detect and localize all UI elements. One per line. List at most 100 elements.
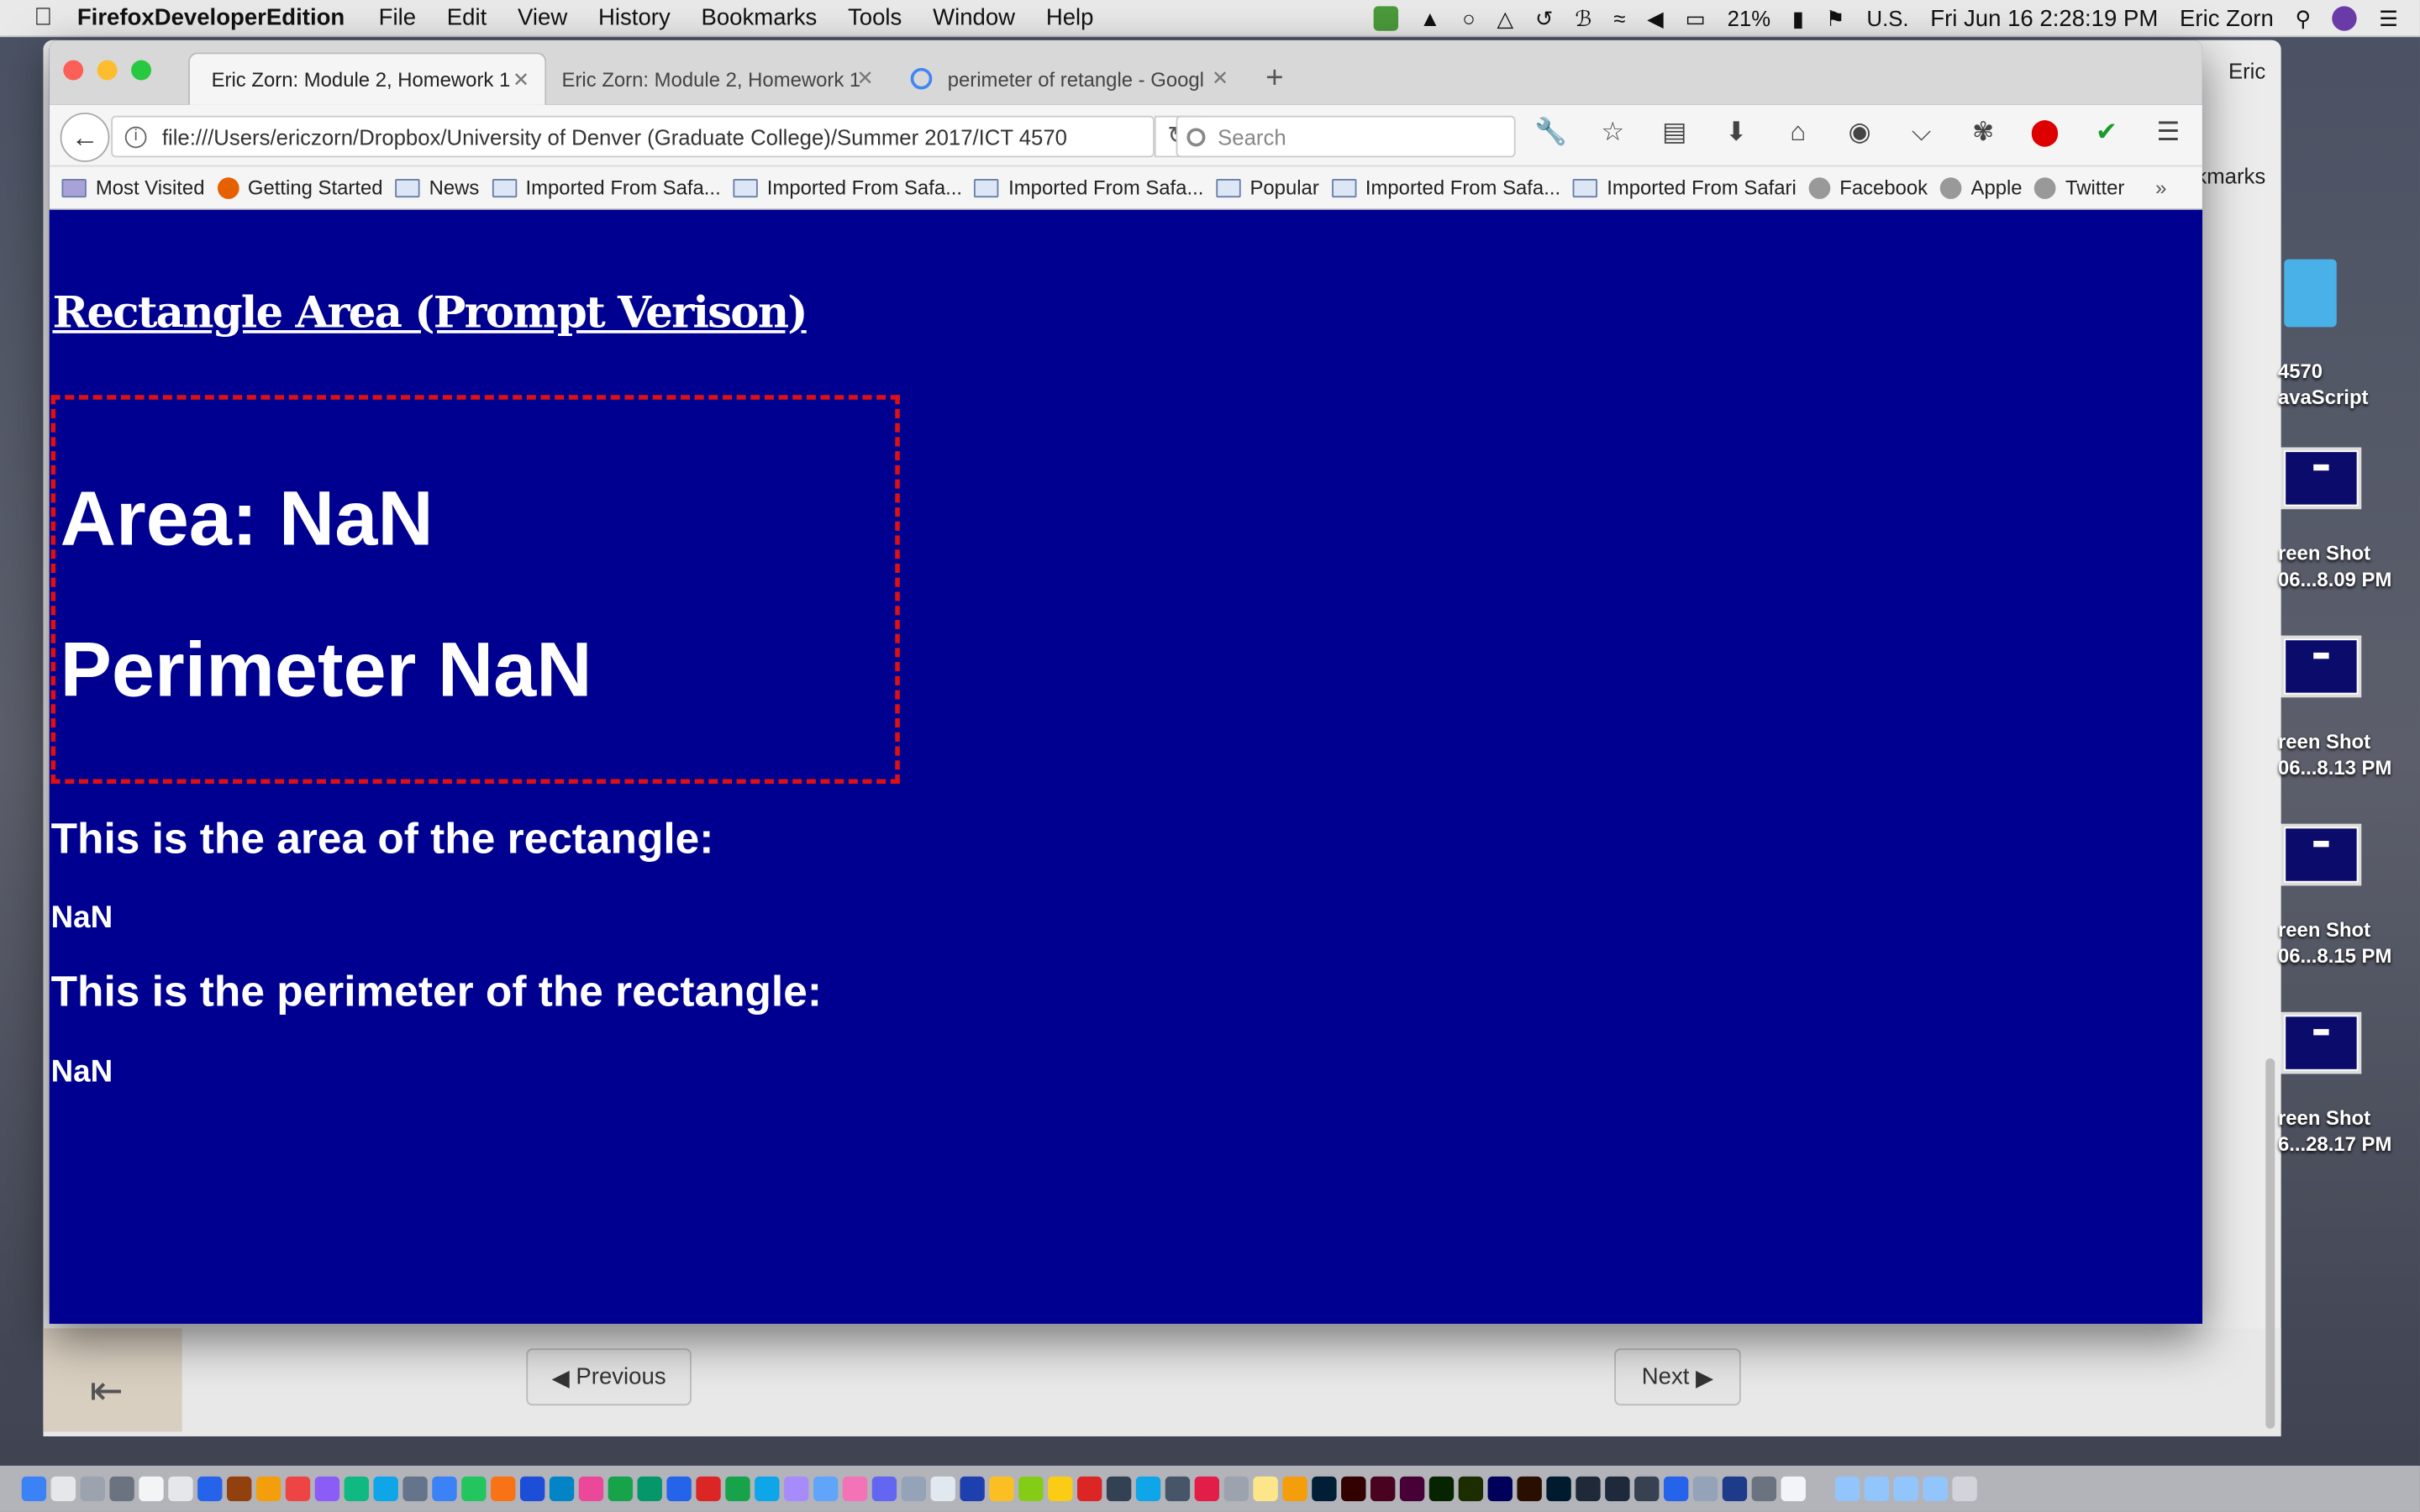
minimize-window-button[interactable] bbox=[97, 60, 118, 81]
safari-icon[interactable] bbox=[432, 1476, 457, 1502]
warning-icon[interactable]: △ bbox=[1497, 5, 1514, 31]
app-icon[interactable] bbox=[960, 1476, 985, 1502]
app-icon[interactable] bbox=[842, 1476, 868, 1502]
spotify-icon[interactable] bbox=[608, 1476, 634, 1502]
user-name[interactable]: Eric Zorn bbox=[2180, 5, 2274, 31]
creative-cloud-icon[interactable]: ○ bbox=[1462, 6, 1476, 30]
app-store-icon[interactable] bbox=[549, 1476, 575, 1502]
extension-icon[interactable]: ✾ bbox=[1966, 118, 2000, 149]
desktop-screenshot-4[interactable]: reen Shot 6...28.17 PM bbox=[2278, 1011, 2420, 1158]
apple-icon[interactable]:  bbox=[34, 5, 55, 29]
folder-icon[interactable] bbox=[1834, 1476, 1860, 1502]
app-icon[interactable] bbox=[1165, 1476, 1191, 1502]
notes-icon[interactable] bbox=[168, 1476, 193, 1502]
next-button[interactable]: Next ▶ bbox=[1614, 1348, 1741, 1406]
illustrator-icon[interactable] bbox=[1341, 1476, 1366, 1502]
folder-icon[interactable] bbox=[1864, 1476, 1890, 1502]
app-icon[interactable] bbox=[1253, 1476, 1278, 1502]
download-icon[interactable]: ⬇ bbox=[1719, 118, 1753, 149]
pocket-icon[interactable]: ⌵ bbox=[1904, 118, 1938, 149]
spotlight-icon[interactable]: ⚲ bbox=[2295, 5, 2311, 31]
bookmark-most-visited[interactable]: Most Visited bbox=[61, 176, 205, 199]
app-icon[interactable] bbox=[930, 1476, 955, 1502]
tab-homework-1-active[interactable]: Eric Zorn: Module 2, Homework 1 ✕ bbox=[188, 52, 547, 105]
notification-center-icon[interactable]: ☰ bbox=[2379, 5, 2398, 31]
menu-edit[interactable]: Edit bbox=[447, 5, 487, 31]
back-button[interactable]: ← bbox=[60, 113, 110, 162]
collapse-sidebar-icon[interactable]: ⇤ bbox=[90, 1367, 124, 1415]
app-icon[interactable] bbox=[197, 1476, 223, 1502]
excel-icon[interactable] bbox=[725, 1476, 750, 1502]
bookmark-imported-3[interactable]: Imported From Safa... bbox=[974, 176, 1203, 199]
app-icon[interactable] bbox=[813, 1476, 839, 1502]
app-icon[interactable] bbox=[285, 1476, 311, 1502]
wrench-icon[interactable]: 🔧 bbox=[1534, 118, 1568, 149]
photoshop-icon[interactable] bbox=[1312, 1476, 1337, 1502]
reading-list-icon[interactable]: ▤ bbox=[1658, 118, 1691, 149]
status-app-icon[interactable] bbox=[1373, 6, 1398, 31]
indesign-icon[interactable] bbox=[1370, 1476, 1396, 1502]
wifi-icon[interactable]: ≈ bbox=[1613, 6, 1625, 30]
menu-window[interactable]: Window bbox=[933, 5, 1015, 31]
flame-icon[interactable]: ▲ bbox=[1419, 6, 1440, 30]
app-icon[interactable] bbox=[1194, 1476, 1219, 1502]
firefox-icon[interactable] bbox=[491, 1476, 516, 1502]
background-scrollbar[interactable] bbox=[2265, 1058, 2275, 1429]
app-icon[interactable] bbox=[1135, 1476, 1161, 1502]
app-icon[interactable] bbox=[1634, 1476, 1660, 1502]
folder-icon[interactable] bbox=[1893, 1476, 1919, 1502]
powerpoint-icon[interactable] bbox=[696, 1476, 721, 1502]
menu-file[interactable]: File bbox=[379, 5, 416, 31]
menu-tools[interactable]: Tools bbox=[848, 5, 902, 31]
sketch-icon[interactable] bbox=[1282, 1476, 1307, 1502]
trash-icon[interactable] bbox=[1952, 1476, 1977, 1502]
bookmark-imported-4[interactable]: Imported From Safa... bbox=[1331, 176, 1560, 199]
finder-icon[interactable] bbox=[21, 1476, 47, 1502]
system-app-icon[interactable] bbox=[80, 1476, 105, 1502]
muse-icon[interactable] bbox=[1458, 1476, 1484, 1502]
check-extension-icon[interactable]: ✔ bbox=[2090, 118, 2123, 149]
bookmark-star-icon[interactable]: ☆ bbox=[1596, 118, 1629, 149]
battery-percent[interactable]: 21% bbox=[1728, 6, 1770, 30]
app-icon[interactable] bbox=[901, 1476, 927, 1502]
siri-icon[interactable] bbox=[2333, 6, 2358, 31]
app-icon[interactable] bbox=[226, 1476, 252, 1502]
bookmark-twitter[interactable]: Twitter bbox=[2034, 176, 2124, 199]
bookmark-news[interactable]: News bbox=[395, 176, 479, 199]
app-icon[interactable] bbox=[1781, 1476, 1806, 1502]
site-info-icon[interactable]: i bbox=[124, 125, 147, 148]
bookmark-getting-started[interactable]: Getting Started bbox=[217, 176, 383, 199]
bookmark-facebook[interactable]: Facebook bbox=[1808, 176, 1928, 199]
time-machine-icon[interactable]: ↺ bbox=[1535, 5, 1554, 31]
globe-icon[interactable]: ◉ bbox=[1843, 118, 1876, 149]
desktop-screenshot-1[interactable]: reen Shot 06...8.09 PM bbox=[2278, 447, 2420, 593]
discord-icon[interactable] bbox=[871, 1476, 897, 1502]
airplay-icon[interactable]: ▭ bbox=[1686, 5, 1706, 31]
volume-icon[interactable]: ◀ bbox=[1647, 5, 1664, 31]
lightroom-icon[interactable] bbox=[1546, 1476, 1571, 1502]
battery-icon[interactable]: ▮ bbox=[1792, 5, 1804, 31]
app-icon[interactable] bbox=[344, 1476, 369, 1502]
adblock-icon[interactable]: ⬤ bbox=[2028, 118, 2061, 149]
tab-google-search[interactable]: perimeter of retangle - Googl ✕ bbox=[895, 52, 1244, 104]
close-window-button[interactable] bbox=[63, 60, 84, 81]
app-icon[interactable] bbox=[255, 1476, 281, 1502]
menu-history[interactable]: History bbox=[598, 5, 671, 31]
firefox-developer-icon[interactable] bbox=[519, 1476, 545, 1502]
url-bar[interactable]: i file:///Users/ericzorn/Dropbox/Univers… bbox=[111, 115, 1155, 158]
menu-hamburger-icon[interactable]: ☰ bbox=[2151, 118, 2185, 149]
downloads-icon[interactable] bbox=[1923, 1476, 1948, 1502]
bookmark-imported-1[interactable]: Imported From Safa... bbox=[492, 176, 721, 199]
bookmark-popular[interactable]: Popular bbox=[1216, 176, 1319, 199]
tab-homework-1[interactable]: Eric Zorn: Module 2, Homework 1 ✕ bbox=[544, 52, 889, 104]
word-icon[interactable] bbox=[666, 1476, 692, 1502]
new-tab-button[interactable]: + bbox=[1265, 61, 1283, 97]
app-name[interactable]: FirefoxDeveloperEdition bbox=[77, 5, 345, 31]
input-source[interactable]: U.S. bbox=[1867, 6, 1909, 30]
app-icon[interactable] bbox=[1605, 1476, 1630, 1502]
bookmark-apple[interactable]: Apple bbox=[1939, 176, 2023, 199]
close-tab-icon[interactable]: ✕ bbox=[857, 66, 874, 91]
dreamweaver-icon[interactable] bbox=[1428, 1476, 1455, 1502]
dropbox-icon[interactable] bbox=[1663, 1476, 1689, 1502]
filezilla-icon[interactable] bbox=[1077, 1476, 1102, 1502]
